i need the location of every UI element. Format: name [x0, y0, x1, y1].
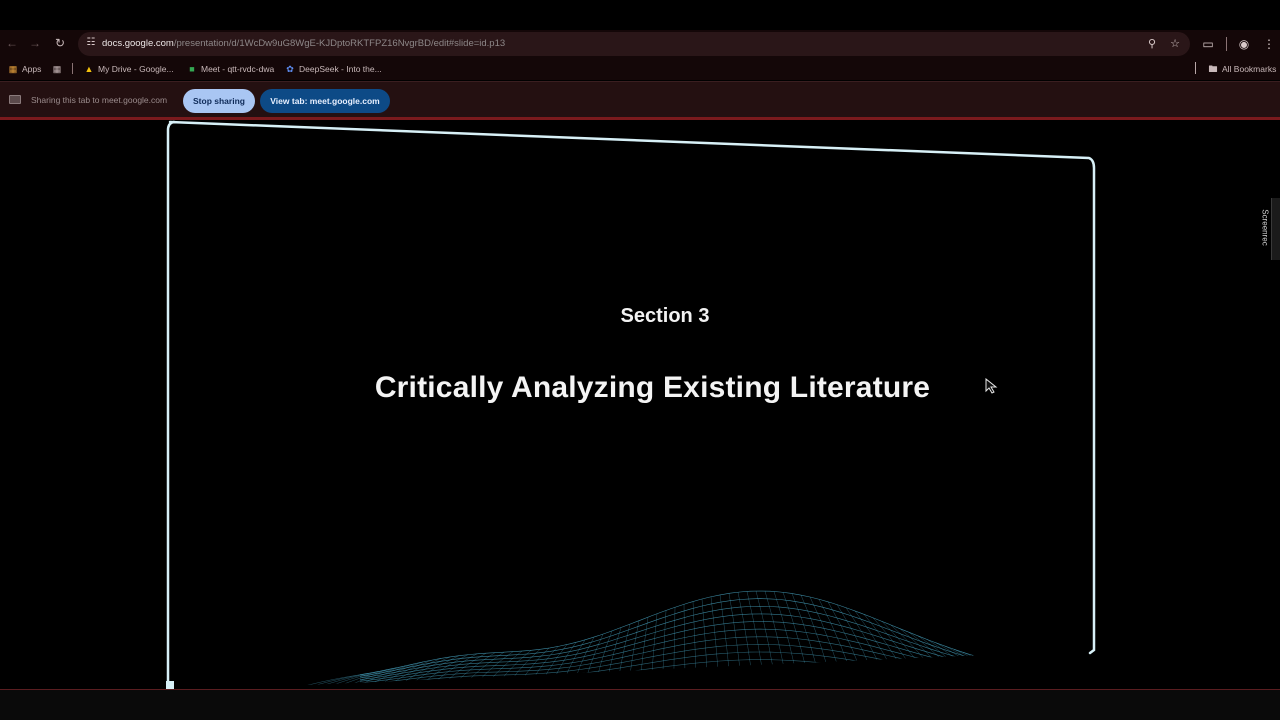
zoom-icon[interactable]: ⚲	[1144, 36, 1160, 52]
wave-contour-line	[359, 613, 1011, 680]
wireframe-wave-graphic	[267, 590, 1094, 690]
wave-mesh-line	[557, 639, 586, 690]
folder-icon: 🖿	[1208, 64, 1218, 74]
bookmarks-divider	[1195, 62, 1196, 74]
wave-mesh-line	[890, 624, 953, 690]
wave-mesh-line	[863, 614, 918, 690]
wave-mesh-line	[899, 628, 964, 690]
wave-mesh-line	[917, 635, 987, 690]
wave-mesh-line	[818, 599, 860, 690]
url-host: docs.google.com	[102, 38, 174, 49]
wave-mesh-line	[980, 657, 1068, 690]
wave-mesh-line	[845, 607, 895, 690]
wave-contour-line	[359, 651, 1011, 689]
view-tab-button[interactable]: View tab: meet.google.com	[260, 89, 390, 113]
slide-title: Critically Analyzing Existing Literature	[374, 371, 931, 404]
wave-mesh-line	[971, 654, 1057, 690]
bottom-strip	[0, 690, 1280, 720]
deepseek-icon: ✿	[286, 64, 294, 74]
bookmark-my-drive[interactable]: ▲ My Drive - Google...	[84, 62, 174, 76]
back-arrow-icon[interactable]: ←	[3, 34, 21, 52]
wave-mesh-line	[650, 613, 658, 690]
wave-mesh-line	[545, 642, 577, 690]
apps-grid-icon: ▦	[8, 64, 18, 74]
extensions-icon[interactable]: ▭	[1199, 35, 1217, 53]
wave-mesh-line	[701, 598, 709, 690]
wave-mesh-line	[836, 604, 883, 690]
wave-mesh-line	[782, 592, 813, 690]
wave-mesh-line	[522, 646, 559, 690]
star-icon[interactable]: ☆	[1167, 36, 1183, 52]
url-path: /presentation/d/1WcDw9uG8WgE-KJDptoRKTFP…	[173, 38, 506, 49]
url-text[interactable]: docs.google.com/presentation/d/1WcDw9uG8…	[102, 38, 505, 49]
profile-icon[interactable]: ◉	[1235, 35, 1253, 53]
bookmark-label: Apps	[22, 64, 42, 74]
drive-icon: ▲	[84, 64, 94, 74]
bookmark-meet[interactable]: ■ Meet - qtt-rvdc-dwa	[187, 62, 274, 76]
bookmark-tab-groups[interactable]: ▦	[52, 62, 62, 76]
wave-mesh-line	[534, 644, 568, 690]
screen-share-icon	[9, 95, 21, 104]
wave-mesh-line	[592, 630, 613, 690]
bookmark-label: My Drive - Google...	[98, 64, 174, 74]
reload-icon[interactable]: ↻	[51, 34, 69, 52]
bookmark-apps[interactable]: ▦ Apps	[8, 62, 42, 76]
wave-mesh-line	[638, 617, 649, 690]
slide-section-label: Section 3	[620, 305, 710, 327]
site-settings-icon[interactable]: ☷	[85, 37, 97, 49]
screen-recorder-tab[interactable]: Screenrec	[1261, 198, 1280, 260]
kebab-menu-icon[interactable]: ⋮	[1260, 35, 1278, 53]
bookmark-label: Meet - qtt-rvdc-dwa	[201, 64, 275, 74]
wave-mesh-line	[944, 645, 1022, 690]
bookmark-separator	[72, 63, 73, 74]
wave-mesh-line	[791, 593, 825, 690]
wave-mesh-line	[953, 649, 1034, 690]
wave-contour-line	[359, 636, 1011, 685]
address-bar[interactable]: ☷ docs.google.com/presentation/d/1WcDw9u…	[78, 32, 1190, 56]
all-bookmarks[interactable]: 🖿 All Bookmarks	[1208, 62, 1276, 76]
forward-arrow-icon[interactable]: →	[26, 34, 44, 52]
wave-mesh-line	[692, 601, 697, 690]
all-bookmarks-label: All Bookmarks	[1222, 64, 1277, 74]
wave-mesh-line	[626, 620, 640, 690]
mouse-cursor-icon	[985, 378, 998, 394]
wave-mesh-line	[908, 632, 976, 690]
wave-mesh-line	[800, 594, 837, 690]
wave-mesh-line	[809, 596, 848, 690]
slide-canvas	[166, 120, 1096, 690]
bookmark-deepseek[interactable]: ✿ DeepSeek - Into the...	[285, 62, 382, 76]
window-top-strip	[0, 0, 1280, 30]
sharing-status-text: Sharing this tab to meet.google.com	[31, 95, 168, 105]
wave-mesh-line	[661, 610, 667, 690]
bookmark-label: DeepSeek - Into the...	[299, 64, 382, 74]
slide-corner-bottom-left	[166, 681, 174, 689]
meet-icon: ■	[189, 64, 195, 74]
tab-sharing-bar: Sharing this tab to meet.google.com Stop…	[0, 81, 1280, 117]
toolbar-separator	[1226, 37, 1227, 51]
wave-mesh-line	[962, 652, 1045, 690]
screen-recorder-label: Screenrec	[1260, 209, 1270, 246]
wave-mesh-line	[372, 658, 442, 690]
tab-groups-icon: ▦	[52, 64, 62, 74]
wave-mesh-line	[854, 610, 906, 690]
stop-sharing-button[interactable]: Stop sharing	[183, 89, 255, 113]
